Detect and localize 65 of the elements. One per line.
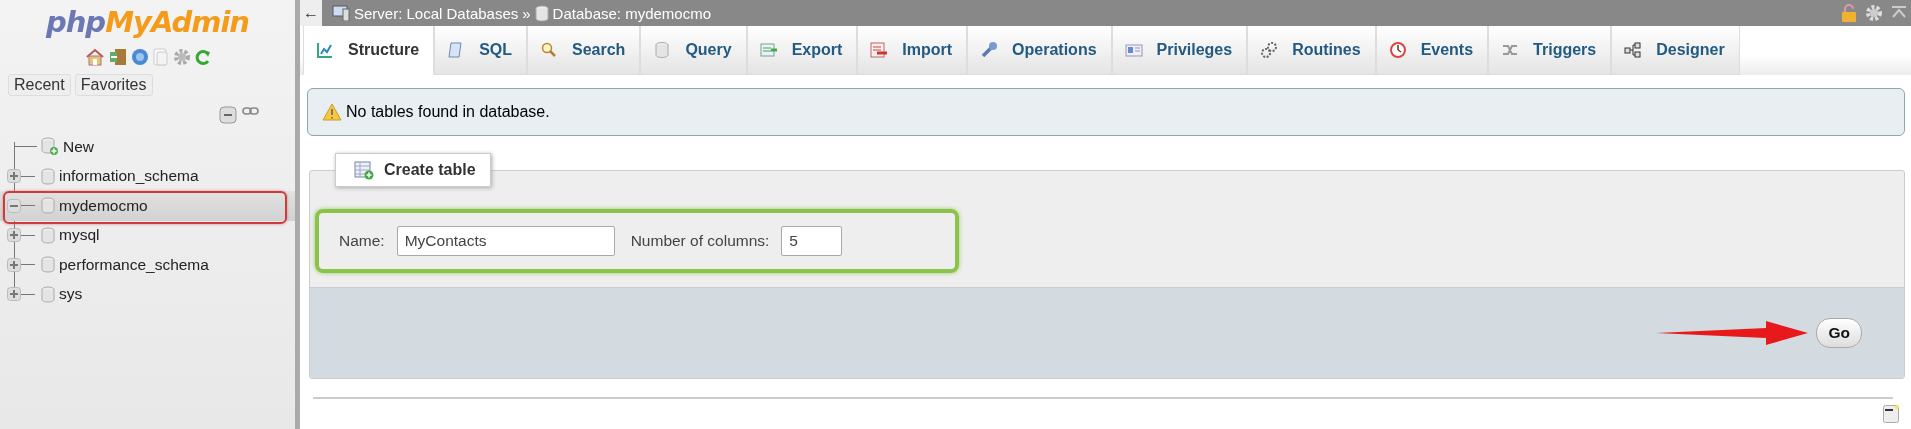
chart-icon xyxy=(316,41,334,59)
search-icon xyxy=(540,41,558,59)
input-field[interactable]: MyContacts xyxy=(396,226,615,256)
legend-title: Create table xyxy=(384,161,476,179)
tree-item[interactable]: sys xyxy=(59,285,83,304)
database-icon xyxy=(41,226,55,244)
tab[interactable]: Query xyxy=(640,26,747,75)
wrench-icon xyxy=(980,41,999,59)
database-icon xyxy=(41,167,55,185)
tab[interactable]: Triggers xyxy=(1488,26,1612,75)
expand-icon[interactable] xyxy=(7,228,21,243)
expand-icon[interactable] xyxy=(7,287,21,302)
tab[interactable]: Operations xyxy=(967,26,1112,75)
warning-icon xyxy=(322,103,342,121)
database-icon xyxy=(41,256,55,274)
table-import-icon xyxy=(870,41,889,59)
database-icon xyxy=(534,4,549,22)
input-field[interactable]: 5 xyxy=(781,226,843,256)
go-button[interactable]: Go xyxy=(1816,318,1862,348)
tree-item[interactable]: information_schema xyxy=(59,167,199,186)
database-icon xyxy=(41,285,55,303)
back-button[interactable]: ← xyxy=(300,0,322,26)
tree-item[interactable]: mydemocmo xyxy=(59,196,148,215)
breadcrumb-separator: » xyxy=(522,4,531,22)
id-card-icon xyxy=(1124,41,1143,59)
breadcrumb-link[interactable]: Server: Local Databases xyxy=(354,4,519,22)
tab[interactable]: Routines xyxy=(1247,26,1376,75)
diagram-icon xyxy=(1624,41,1643,59)
tree-item[interactable]: mysql xyxy=(59,226,100,245)
database-icon xyxy=(41,197,55,215)
field-label: Name: xyxy=(339,232,385,250)
tab[interactable]: SQL xyxy=(434,26,527,75)
nav-tab[interactable]: Favorites xyxy=(74,74,153,96)
breadcrumb-link[interactable]: Database: mydemocmo xyxy=(552,4,711,22)
tab[interactable]: Search xyxy=(527,26,641,75)
collapse-icon[interactable] xyxy=(7,198,21,213)
exit-door-icon[interactable] xyxy=(108,48,127,66)
tab[interactable]: Privileges xyxy=(1111,26,1248,75)
tab[interactable]: Import xyxy=(857,26,968,75)
settings-icon[interactable] xyxy=(172,48,191,66)
field-label: Number of columns: xyxy=(630,232,770,250)
padlock-icon[interactable] xyxy=(1841,4,1857,22)
tab[interactable]: Designer xyxy=(1611,26,1740,75)
expand-icon[interactable] xyxy=(7,257,21,272)
notice-text: No tables found in database. xyxy=(346,103,550,121)
logo[interactable]: phpMyAdmin xyxy=(45,4,250,40)
add-table-icon xyxy=(354,160,374,180)
database-icon xyxy=(653,41,672,59)
reload-icon[interactable] xyxy=(194,48,211,66)
tree-item[interactable]: performance_schema xyxy=(59,255,209,274)
help-icon[interactable] xyxy=(130,48,149,66)
table-export-icon xyxy=(759,41,778,59)
tab[interactable]: Export xyxy=(746,26,858,75)
clock-icon xyxy=(1388,41,1407,59)
expand-icon[interactable] xyxy=(7,169,21,184)
home-icon[interactable] xyxy=(84,48,105,66)
tree-item[interactable]: New xyxy=(63,137,94,156)
server-icon xyxy=(332,5,350,21)
new-database-icon xyxy=(41,137,59,157)
console-icon[interactable] xyxy=(1883,405,1899,423)
collapse-all-icon[interactable] xyxy=(219,106,237,124)
tab[interactable]: Structure xyxy=(303,26,435,75)
tab[interactable]: Events xyxy=(1375,26,1489,75)
link-icon[interactable] xyxy=(242,106,259,116)
nav-tab[interactable]: Recent xyxy=(8,74,71,96)
